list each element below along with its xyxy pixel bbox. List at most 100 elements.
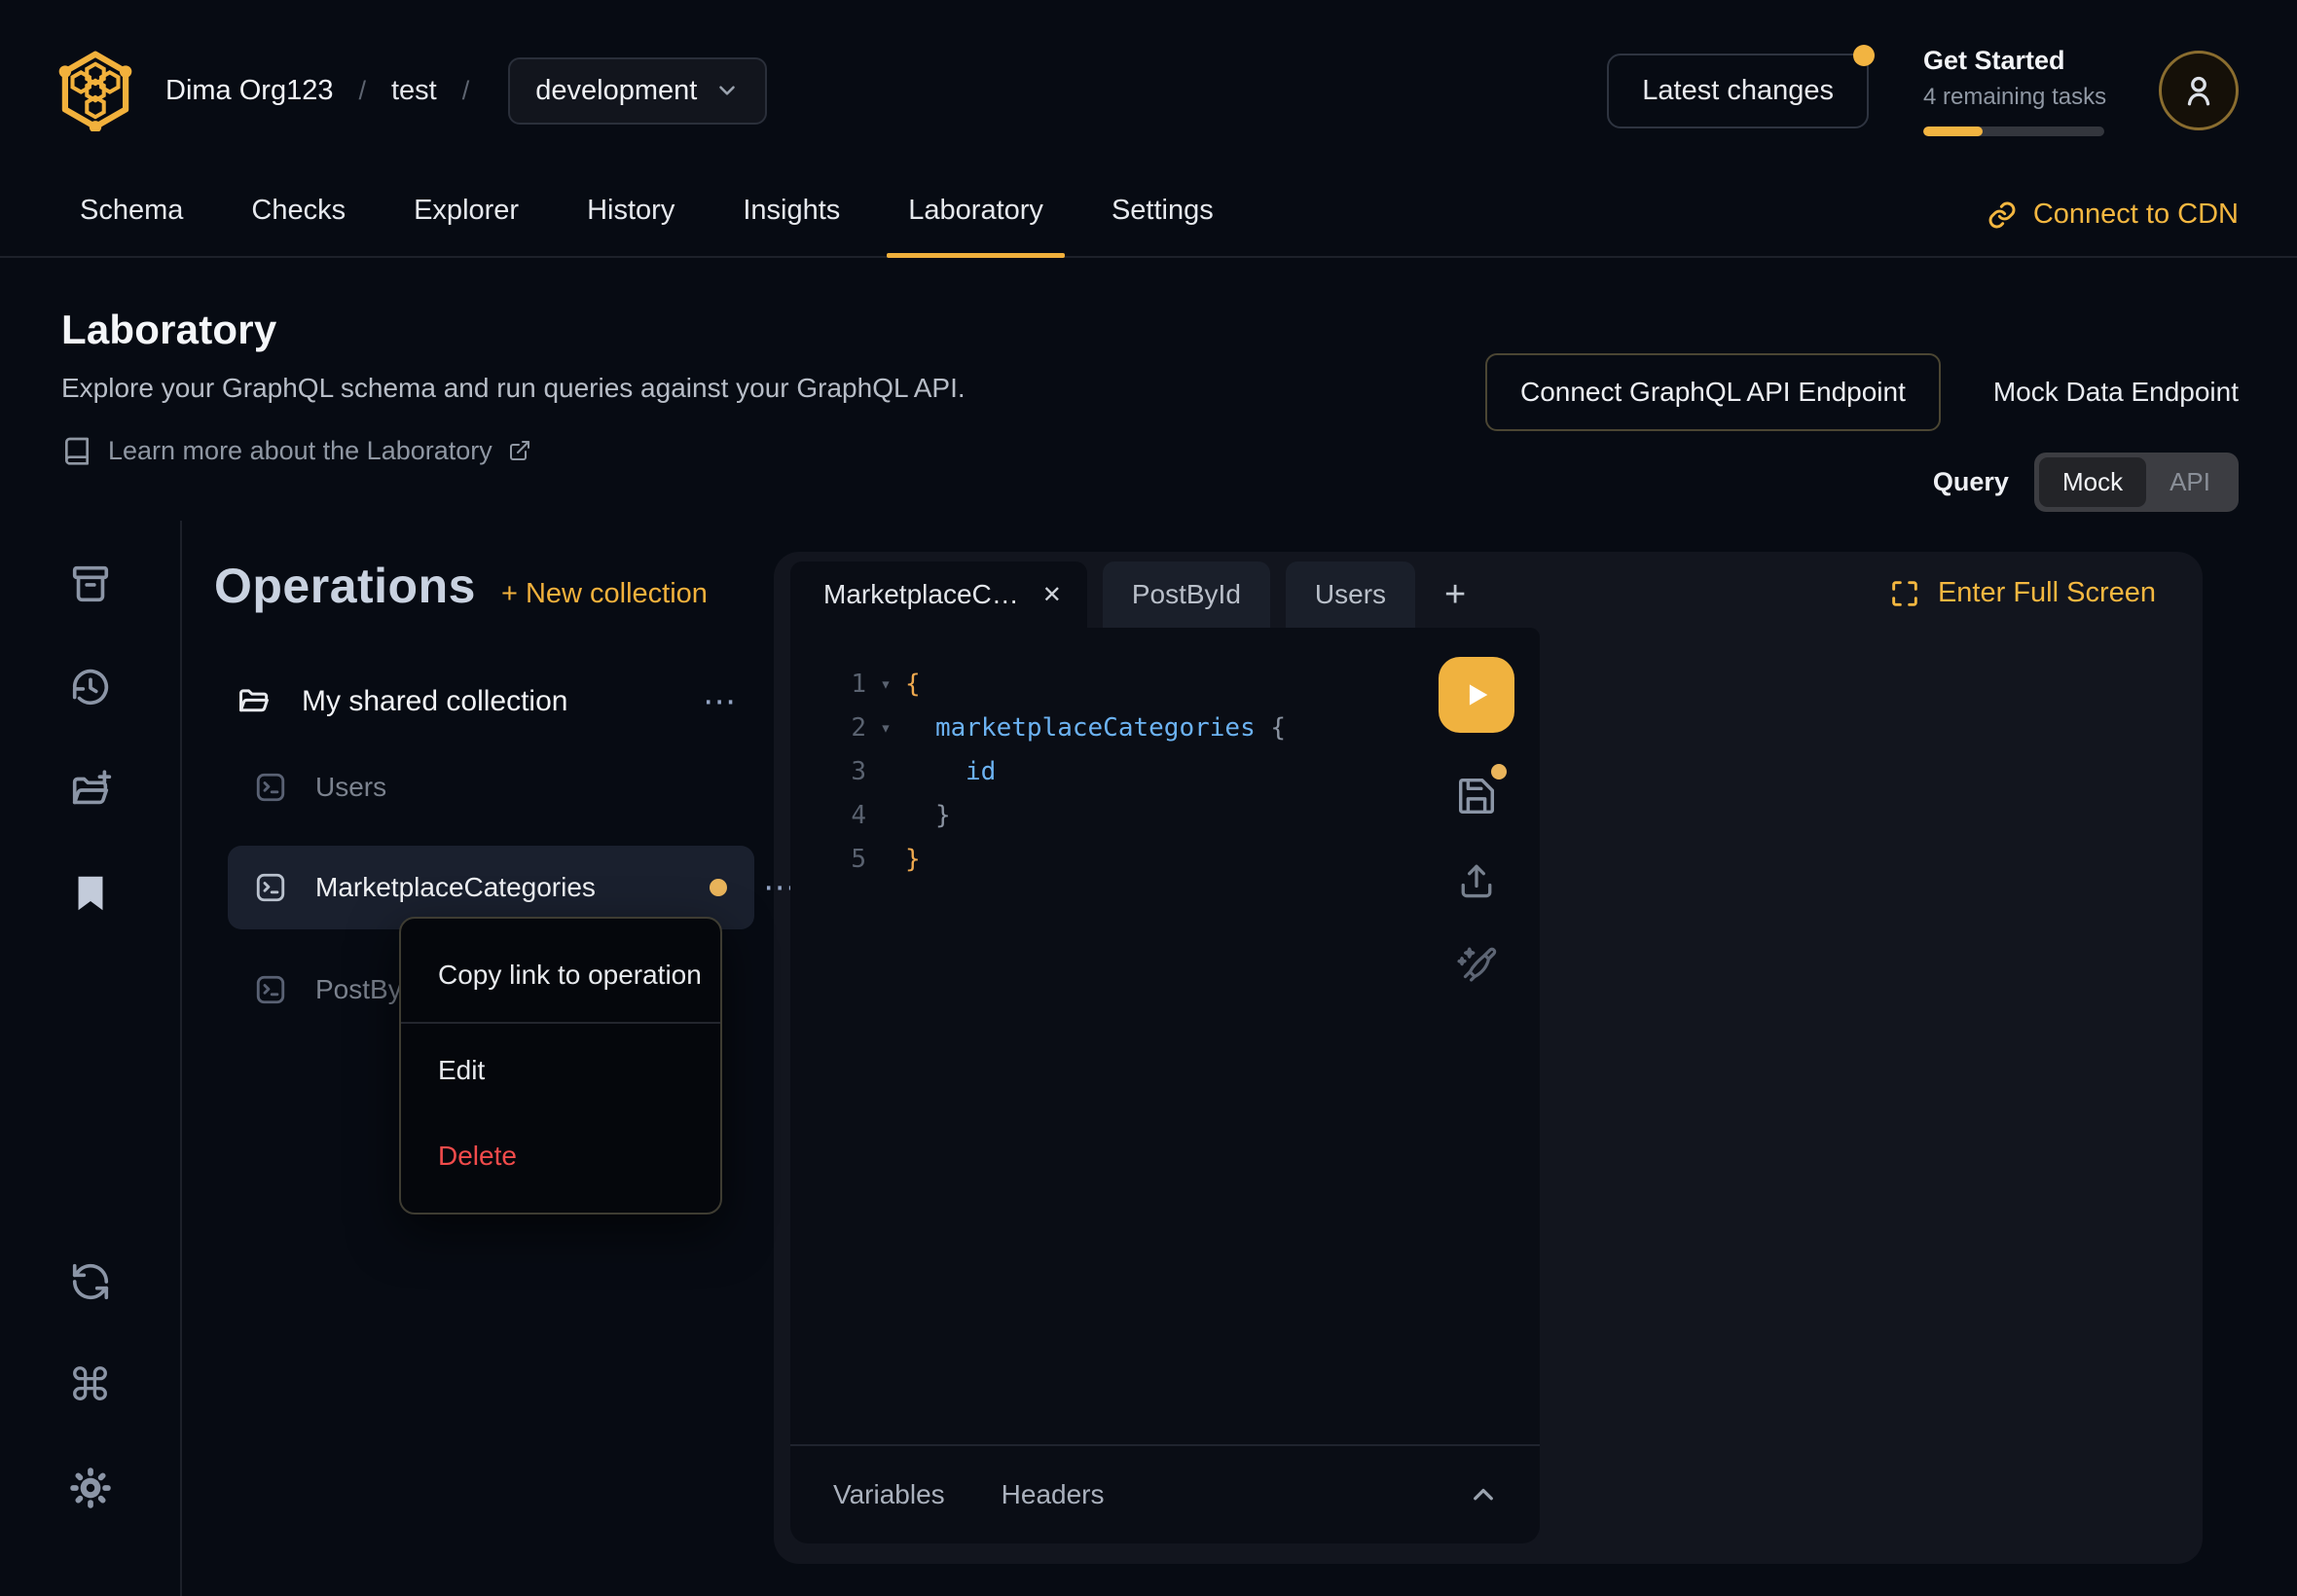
connect-endpoint-button[interactable]: Connect GraphQL API Endpoint — [1485, 353, 1941, 431]
settings-gear-icon[interactable] — [68, 1466, 113, 1510]
headers-tab[interactable]: Headers — [1002, 1479, 1105, 1510]
add-tab-button[interactable]: + — [1444, 574, 1466, 628]
code-line: 5 } — [837, 838, 1540, 882]
editor-tab-label: PostById — [1132, 579, 1241, 610]
fold-arrow-icon[interactable]: ▾ — [866, 707, 905, 750]
command-icon[interactable]: ⌘ — [68, 1362, 113, 1407]
nav-tab-settings[interactable]: Settings — [1090, 195, 1235, 256]
operations-sidebar: Operations + New collection My shared co… — [180, 521, 774, 1596]
close-icon[interactable]: ✕ — [1042, 581, 1062, 609]
editor-toolbar — [1439, 657, 1514, 988]
editor-tabrow: MarketplaceC… ✕ PostById Users + — [774, 552, 2203, 628]
learn-more-label: Learn more about the Laboratory — [108, 436, 492, 466]
query-editor[interactable]: 1 ▾ { 2 ▾ marketplaceCategories { 3 — [790, 628, 1540, 1543]
breadcrumb-project[interactable]: test — [391, 75, 437, 107]
editor-tab-postbyid[interactable]: PostById — [1103, 562, 1270, 628]
play-icon — [1460, 678, 1493, 711]
breadcrumb-separator: / — [358, 76, 366, 106]
connect-cdn-link[interactable]: Connect to CDN — [1987, 199, 2239, 256]
editor-footer: Variables Headers — [790, 1444, 1540, 1543]
breadcrumb-org[interactable]: Dima Org123 — [165, 75, 333, 107]
person-icon — [2177, 69, 2220, 112]
chevron-up-icon[interactable] — [1466, 1477, 1501, 1512]
collection-name: My shared collection — [302, 685, 567, 718]
editor-tab-label: Users — [1315, 579, 1386, 610]
nav-tab-checks[interactable]: Checks — [230, 195, 367, 256]
menu-item-delete[interactable]: Delete — [401, 1113, 720, 1199]
get-started-title: Get Started — [1923, 46, 2104, 76]
nav-tab-laboratory[interactable]: Laboratory — [887, 195, 1065, 256]
query-mode-api[interactable]: API — [2146, 457, 2234, 507]
book-icon — [61, 435, 92, 466]
run-query-button[interactable] — [1439, 657, 1514, 733]
nav-tab-explorer[interactable]: Explorer — [392, 195, 540, 256]
expand-icon — [1889, 578, 1920, 609]
nav-tab-history[interactable]: History — [565, 195, 696, 256]
line-number: 2 — [837, 707, 866, 750]
fullscreen-button[interactable]: Enter Full Screen — [1889, 577, 2156, 609]
menu-item-copy-link[interactable]: Copy link to operation — [401, 932, 720, 1018]
folder-plus-icon[interactable] — [68, 768, 113, 813]
tool-rail: ⌘ — [0, 521, 180, 1596]
chevron-down-icon — [714, 78, 740, 103]
share-button[interactable] — [1455, 859, 1498, 902]
get-started-progress-fill — [1923, 127, 1983, 136]
get-started-widget[interactable]: Get Started 4 remaining tasks — [1923, 46, 2104, 136]
editor-tab-users[interactable]: Users — [1286, 562, 1415, 628]
page-title: Laboratory — [61, 307, 966, 353]
collection-menu-button[interactable]: ⋯ — [703, 692, 739, 711]
bookmark-icon[interactable] — [68, 871, 113, 916]
query-mode-toggle: Mock API — [2034, 453, 2239, 512]
folder-open-icon — [236, 683, 273, 720]
nav-tabs: Schema Checks Explorer History Insights … — [58, 195, 1260, 256]
line-number: 3 — [837, 750, 866, 794]
nav-tab-schema[interactable]: Schema — [58, 195, 204, 256]
breadcrumb: Dima Org123 / test / development — [165, 57, 767, 125]
code-token: } — [905, 794, 951, 838]
editor-tab-marketplacecategories[interactable]: MarketplaceC… ✕ — [790, 562, 1087, 628]
get-started-progress-track — [1923, 127, 2104, 136]
hive-logo-icon[interactable] — [58, 50, 132, 131]
menu-divider — [401, 1022, 720, 1024]
new-collection-button[interactable]: + New collection — [501, 578, 708, 610]
top-bar: Dima Org123 / test / development Latest … — [0, 0, 2297, 156]
fold-arrow-icon[interactable]: ▾ — [866, 663, 905, 707]
target-select-value: development — [535, 75, 697, 107]
mock-data-endpoint-button[interactable]: Mock Data Endpoint — [1993, 377, 2239, 408]
collection-row[interactable]: My shared collection ⋯ — [182, 676, 774, 727]
operation-name: Users — [315, 772, 386, 803]
notification-dot — [1853, 45, 1875, 66]
prettify-button[interactable] — [1454, 943, 1499, 988]
menu-item-edit[interactable]: Edit — [401, 1028, 720, 1113]
operation-name: MarketplaceCategories — [315, 872, 596, 903]
variables-tab[interactable]: Variables — [833, 1479, 945, 1510]
connect-cdn-label: Connect to CDN — [2033, 199, 2239, 231]
get-started-subtitle: 4 remaining tasks — [1923, 84, 2104, 111]
target-select[interactable]: development — [508, 57, 767, 125]
code-token: } — [905, 838, 921, 882]
query-mode-mock[interactable]: Mock — [2039, 457, 2146, 507]
editor-tab-label: MarketplaceC… — [823, 579, 1019, 610]
editor-panel: MarketplaceC… ✕ PostById Users + — [774, 552, 2203, 1564]
refresh-icon[interactable] — [68, 1259, 113, 1304]
code-line: 3 id — [837, 750, 1540, 794]
breadcrumb-separator: / — [462, 76, 470, 106]
operation-row-users[interactable]: Users — [228, 760, 754, 815]
user-avatar[interactable] — [2159, 51, 2239, 130]
line-number: 4 — [837, 794, 866, 838]
archive-icon[interactable] — [68, 562, 113, 606]
history-icon[interactable] — [68, 665, 113, 709]
latest-changes-button[interactable]: Latest changes — [1607, 54, 1869, 128]
save-icon — [1454, 774, 1499, 818]
page-description: Explore your GraphQL schema and run quer… — [61, 373, 966, 404]
nav-tab-insights[interactable]: Insights — [721, 195, 861, 256]
code-line: 4 } — [837, 794, 1540, 838]
learn-more-link[interactable]: Learn more about the Laboratory — [61, 435, 966, 466]
operation-icon — [253, 972, 288, 1007]
code-area[interactable]: 1 ▾ { 2 ▾ marketplaceCategories { 3 — [790, 628, 1540, 1444]
operation-icon — [253, 870, 288, 905]
upload-icon — [1455, 859, 1498, 902]
operation-icon — [253, 770, 288, 805]
page-head: Laboratory Explore your GraphQL schema a… — [0, 258, 2297, 521]
save-button[interactable] — [1454, 774, 1499, 818]
